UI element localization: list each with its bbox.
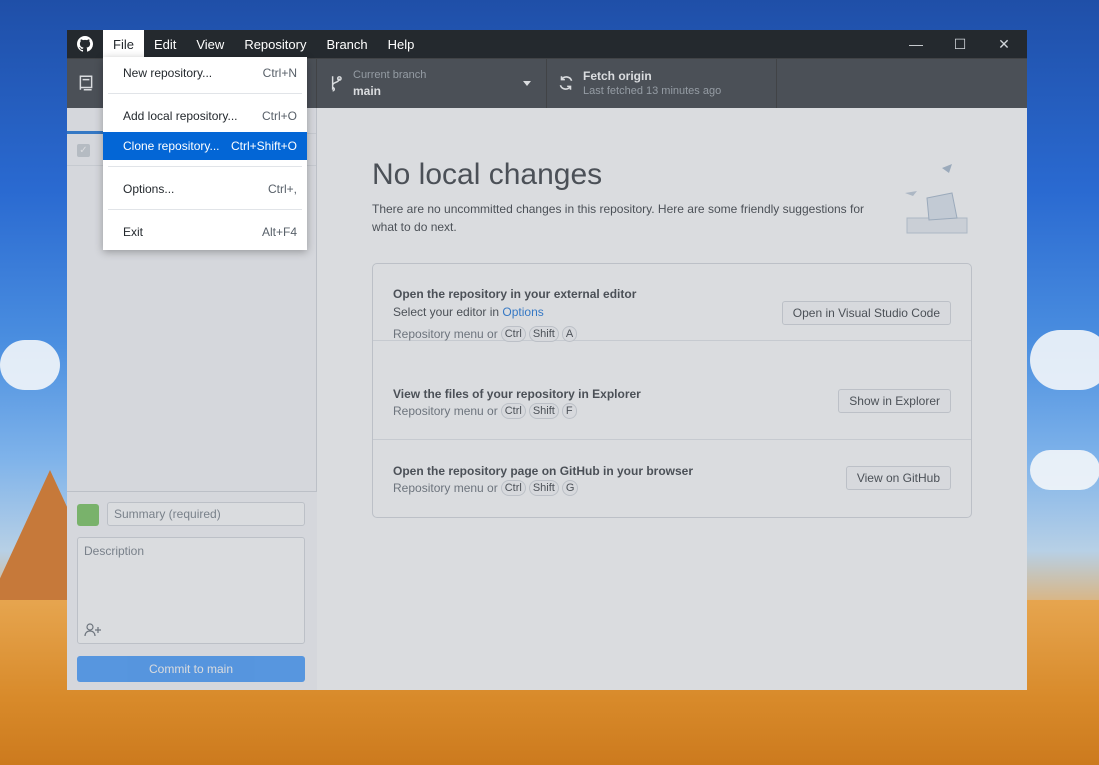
cloud [1030,330,1099,390]
menu-file[interactable]: File [103,30,144,58]
menu-clone-repository[interactable]: Clone repository... Ctrl+Shift+O [103,132,307,160]
menu-separator [108,166,302,167]
menu-item-label: Options... [123,182,175,196]
menu-branch[interactable]: Branch [316,30,377,58]
menu-item-shortcut: Ctrl+Shift+O [230,139,297,153]
menu-separator [108,93,302,94]
menu-item-label: Clone repository... [123,139,220,153]
title-bar: File Edit View Repository Branch Help — … [67,30,1027,58]
menu-item-label: Exit [123,225,144,239]
menu-item-label: Add local repository... [123,109,238,123]
menu-new-repository[interactable]: New repository... Ctrl+N [103,59,307,87]
menu-separator [108,209,302,210]
menu-options[interactable]: Options... Ctrl+, [103,175,307,203]
menu-item-shortcut: Ctrl+O [261,109,297,123]
cloud [1030,450,1099,490]
menu-item-label: New repository... [123,66,213,80]
menu-exit[interactable]: Exit Alt+F4 [103,218,307,246]
close-button[interactable]: ✕ [981,30,1027,58]
menu-item-shortcut: Alt+F4 [261,225,297,239]
menu-help[interactable]: Help [378,30,425,58]
minimize-button[interactable]: — [893,30,939,58]
menu-view[interactable]: View [186,30,234,58]
menu-edit[interactable]: Edit [144,30,186,58]
file-menu-dropdown: New repository... Ctrl+N Add local repos… [103,57,307,250]
menu-bar: File Edit View Repository Branch Help [103,30,424,58]
menu-add-local-repository[interactable]: Add local repository... Ctrl+O [103,102,307,130]
github-logo-icon [77,36,93,52]
cloud [0,340,60,390]
maximize-button[interactable]: ☐ [937,30,983,58]
menu-item-shortcut: Ctrl+, [267,182,297,196]
menu-repository[interactable]: Repository [234,30,316,58]
menu-item-shortcut: Ctrl+N [262,66,297,80]
